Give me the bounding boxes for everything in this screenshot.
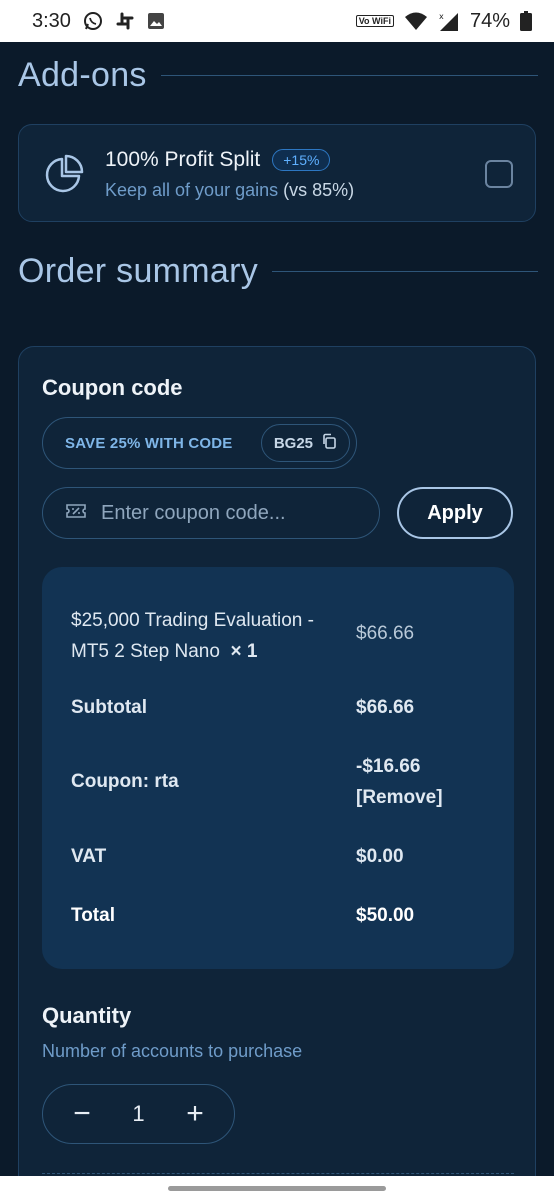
coupon-input[interactable] — [101, 501, 351, 525]
coupon-value: -$16.66 — [356, 756, 421, 777]
addons-title: Add-ons — [18, 56, 147, 94]
addons-header: Add-ons — [18, 56, 538, 95]
addon-checkbox[interactable] — [485, 160, 513, 188]
promo-pill: SAVE 25% WITH CODE BG25 — [42, 417, 357, 469]
pie-chart-icon — [43, 153, 85, 195]
subtotal-label: Subtotal — [71, 697, 147, 718]
promo-code: BG25 — [273, 434, 313, 452]
status-time: 3:30 — [32, 9, 71, 32]
coupon-label: Coupon: rta — [71, 771, 179, 792]
quantity-subtitle: Number of accounts to purchase — [42, 1041, 303, 1061]
order-summary-title: Order summary — [18, 252, 259, 290]
battery-percent: 74% — [469, 9, 510, 32]
order-summary-card: Coupon code SAVE 25% WITH CODE BG25 Appl… — [18, 346, 536, 1200]
total-label: Total — [71, 905, 115, 926]
volte-icon: Vo WiFi — [355, 15, 394, 27]
apply-coupon-button[interactable]: Apply — [397, 487, 513, 539]
quantity-value: 1 — [132, 1101, 145, 1126]
addon-subtitle-main: Keep all of your gains — [105, 180, 279, 200]
addon-subtitle-tail: (vs 85%) — [283, 180, 355, 200]
product-line-1: $25,000 Trading Evaluation - — [71, 610, 314, 631]
vat-label: VAT — [71, 846, 107, 867]
promo-text: SAVE 25% WITH CODE — [65, 434, 233, 452]
wifi-icon — [404, 11, 428, 31]
total-value: $50.00 — [356, 905, 415, 926]
addon-title-text: 100% Profit Split — [105, 148, 261, 171]
order-lines: $25,000 Trading Evaluation - MT5 2 Step … — [42, 567, 514, 969]
status-bar: 3:30 Vo WiFi x 74% — [0, 0, 554, 42]
decrement-button[interactable]: − — [69, 1099, 95, 1129]
product-line-2: MT5 2 Step Nano × 1 — [71, 636, 314, 667]
svg-text:x: x — [439, 12, 444, 21]
addon-title: 100% Profit Split +15% — [105, 148, 331, 172]
image-icon — [147, 12, 165, 30]
product-line-2-text: MT5 2 Step Nano — [71, 641, 220, 662]
quantity-heading: Quantity — [42, 1003, 132, 1028]
home-gesture-handle[interactable] — [168, 1186, 386, 1191]
order-summary-header: Order summary — [18, 252, 538, 291]
product-price: $66.66 — [356, 623, 415, 644]
remove-coupon-link[interactable]: [Remove] — [356, 787, 443, 809]
whatsapp-icon — [83, 11, 103, 31]
subtotal-value: $66.66 — [356, 697, 415, 718]
vat-value: $0.00 — [356, 846, 404, 867]
quantity-stepper: − 1 + — [42, 1084, 235, 1144]
addon-profit-split-card[interactable]: 100% Profit Split +15% Keep all of your … — [18, 124, 536, 222]
coupon-heading: Coupon code — [42, 375, 183, 400]
navigation-bar — [0, 1176, 554, 1200]
ticket-icon — [65, 502, 87, 525]
increment-button[interactable]: + — [182, 1099, 208, 1129]
section-divider — [272, 271, 538, 272]
battery-icon — [520, 11, 532, 31]
addon-subtitle: Keep all of your gains (vs 85%) — [105, 180, 354, 201]
product-name: $25,000 Trading Evaluation - MT5 2 Step … — [71, 605, 314, 667]
product-qty: × 1 — [230, 641, 258, 662]
copy-icon — [321, 433, 337, 453]
addon-badge: +15% — [272, 149, 331, 171]
coupon-input-wrapper — [42, 487, 380, 539]
dashed-divider — [42, 1173, 514, 1174]
slack-icon — [115, 11, 135, 31]
section-divider — [160, 75, 538, 76]
copy-code-button[interactable]: BG25 — [260, 424, 350, 462]
signal-icon: x — [438, 10, 460, 32]
